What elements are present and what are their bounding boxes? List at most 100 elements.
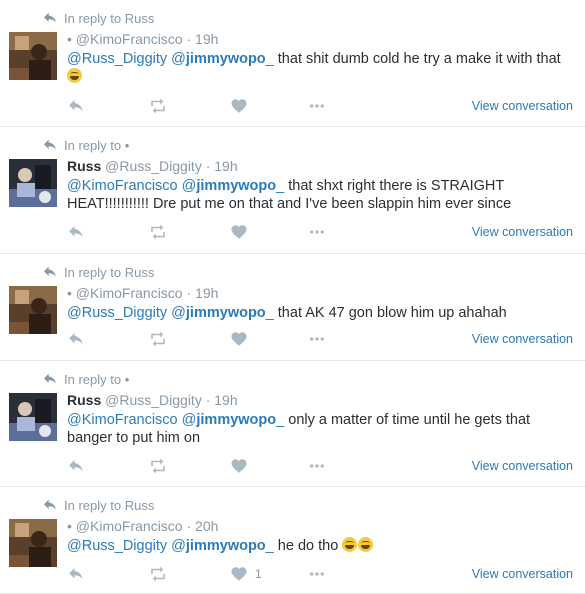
kimo-avatar-image [9, 286, 57, 334]
more-dots-icon [310, 104, 324, 108]
tweet-header: Russ @Russ_Diggity · 19h [67, 158, 238, 174]
timestamp[interactable]: 19h [214, 392, 237, 408]
reply-icon [69, 460, 83, 472]
timestamp[interactable]: 19h [214, 158, 237, 174]
reply-icon [69, 100, 83, 112]
more-button[interactable] [308, 97, 326, 115]
in-reply-to[interactable]: In reply to • [42, 371, 129, 388]
user-handle[interactable]: @Russ_Diggity [105, 158, 202, 174]
mention-link[interactable]: @KimoFrancisco [67, 178, 178, 194]
mention-link[interactable]: @Russ_Diggity [67, 305, 167, 321]
retweet-button[interactable] [149, 97, 167, 115]
tweet[interactable]: In reply to • Russ @Russ_Diggity · 19h @… [0, 361, 585, 487]
retweet-icon [151, 331, 165, 347]
user-name[interactable]: Russ [67, 392, 101, 408]
tweet[interactable]: In reply to Russ • @KimoFrancisco · 20h … [0, 487, 585, 594]
in-reply-to-label: In reply to • [64, 138, 130, 153]
reply-button[interactable] [67, 565, 85, 583]
user-handle[interactable]: @KimoFrancisco [76, 31, 183, 47]
reply-button[interactable] [67, 97, 85, 115]
more-button[interactable] [308, 565, 326, 583]
avatar[interactable] [9, 159, 57, 207]
in-reply-to[interactable]: In reply to • [42, 137, 129, 154]
view-conversation-link[interactable]: View conversation [472, 457, 573, 475]
tweet-actions: View conversation [67, 223, 573, 243]
more-button[interactable] [308, 457, 326, 475]
view-conversation-link[interactable]: View conversation [472, 565, 573, 583]
tweet-text-content: that shit dumb cold he try a make it wit… [277, 51, 561, 67]
mention-link[interactable]: @jimmywopo_ [171, 305, 274, 321]
laughing-emoji-icon [358, 537, 374, 552]
mention-link[interactable]: @jimmywopo_ [182, 178, 285, 194]
avatar[interactable] [9, 32, 57, 80]
tweet-text-content: that AK 47 gon blow him up ahahah [277, 305, 507, 321]
mention-link[interactable]: @KimoFrancisco [67, 412, 178, 428]
retweet-button[interactable] [149, 565, 167, 583]
user-handle[interactable]: @KimoFrancisco [76, 285, 183, 301]
in-reply-to-label: In reply to Russ [64, 498, 155, 513]
user-name[interactable]: Russ [67, 158, 101, 174]
like-button[interactable] [230, 223, 248, 241]
russ-avatar-image [9, 393, 57, 441]
tweet-text: @Russ_Diggity @jimmywopo_ he do tho [67, 537, 579, 555]
more-button[interactable] [308, 330, 326, 348]
retweet-icon [151, 98, 165, 114]
heart-icon [231, 459, 247, 473]
tweet-actions: View conversation [67, 330, 573, 350]
mention-link[interactable]: @Russ_Diggity [67, 51, 167, 67]
more-button[interactable] [308, 223, 326, 241]
kimo-avatar-image [9, 32, 57, 80]
timestamp[interactable]: 19h [195, 31, 218, 47]
like-button[interactable] [230, 97, 248, 115]
tweet-actions: View conversation [67, 457, 573, 477]
in-reply-to[interactable]: In reply to Russ [42, 497, 154, 514]
mention-link[interactable]: @jimmywopo_ [171, 51, 274, 67]
timestamp[interactable]: 20h [195, 518, 218, 534]
avatar[interactable] [9, 519, 57, 567]
in-reply-to-label: In reply to Russ [64, 265, 155, 280]
avatar[interactable] [9, 393, 57, 441]
view-conversation-link[interactable]: View conversation [472, 223, 573, 241]
retweet-button[interactable] [149, 223, 167, 241]
retweet-icon [151, 458, 165, 474]
retweet-icon [151, 566, 165, 582]
view-conversation-link[interactable]: View conversation [472, 330, 573, 348]
tweet[interactable]: In reply to • Russ @Russ_Diggity · 19h @… [0, 127, 585, 254]
mention-link[interactable]: @jimmywopo_ [171, 538, 274, 554]
reply-icon [69, 226, 83, 238]
heart-icon [231, 332, 247, 346]
laughing-emoji-icon [342, 537, 358, 552]
like-button[interactable] [230, 330, 248, 348]
tweet-header: Russ @Russ_Diggity · 19h [67, 392, 238, 408]
tweet-header: • @KimoFrancisco · 20h [67, 518, 219, 534]
view-conversation-link[interactable]: View conversation [472, 97, 573, 115]
retweet-button[interactable] [149, 330, 167, 348]
tweet-text: @KimoFrancisco @jimmywopo_ only a matter… [67, 411, 579, 447]
user-handle[interactable]: @Russ_Diggity [105, 392, 202, 408]
reply-button[interactable] [67, 223, 85, 241]
tweet-text: @KimoFrancisco @jimmywopo_ that shxt rig… [67, 177, 579, 213]
avatar[interactable] [9, 286, 57, 334]
tweet-actions: View conversation [67, 97, 573, 117]
in-reply-to[interactable]: In reply to Russ [42, 10, 154, 27]
tweet[interactable]: In reply to Russ • @KimoFrancisco · 19h … [0, 254, 585, 361]
tweet-actions: 1 View conversation [67, 565, 573, 585]
tweet-text-content: he do tho [277, 538, 339, 554]
mention-link[interactable]: @Russ_Diggity [67, 538, 167, 554]
tweet-text: @Russ_Diggity @jimmywopo_ that AK 47 gon… [67, 304, 579, 322]
reply-icon [69, 568, 83, 580]
in-reply-to[interactable]: In reply to Russ [42, 264, 154, 281]
reply-context-icon [44, 139, 56, 150]
heart-icon [231, 225, 247, 239]
mention-link[interactable]: @jimmywopo_ [182, 412, 285, 428]
user-handle[interactable]: @KimoFrancisco [76, 518, 183, 534]
timestamp[interactable]: 19h [195, 285, 218, 301]
reply-button[interactable] [67, 457, 85, 475]
reply-button[interactable] [67, 330, 85, 348]
retweet-button[interactable] [149, 457, 167, 475]
reply-context-icon [44, 373, 56, 384]
like-button[interactable] [230, 457, 248, 475]
tweet-header: • @KimoFrancisco · 19h [67, 31, 219, 47]
like-button[interactable]: 1 [230, 565, 262, 583]
tweet[interactable]: In reply to Russ • @KimoFrancisco · 19h … [0, 0, 585, 127]
